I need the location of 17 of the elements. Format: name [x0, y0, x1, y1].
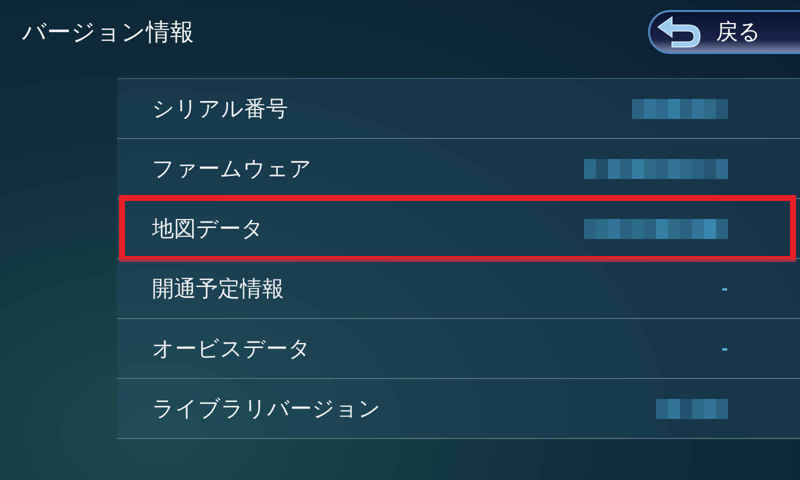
list-row[interactable]: 開通予定情報 -: [117, 259, 800, 319]
list-row[interactable]: ファームウェア: [117, 139, 800, 199]
row-label: ファームウェア: [152, 156, 312, 184]
row-label: 開通予定情報: [152, 276, 284, 304]
screen-title: バージョン情報: [22, 17, 194, 48]
list-row[interactable]: シリアル番号: [117, 79, 800, 139]
row-label: ライブラリバージョン: [152, 396, 381, 424]
row-value: -: [721, 279, 728, 298]
pixelated-value-drawing: [656, 398, 728, 418]
return-arrow-icon: [656, 15, 702, 49]
row-value: -: [721, 339, 728, 358]
row-label: オービスデータ: [152, 336, 311, 364]
back-button[interactable]: 戻る: [648, 10, 800, 54]
list-row[interactable]: ライブラリバージョン: [117, 379, 800, 439]
list-row[interactable]: オービスデータ -: [117, 319, 800, 379]
row-label: 地図データ: [152, 216, 264, 244]
row-label: シリアル番号: [152, 96, 288, 124]
